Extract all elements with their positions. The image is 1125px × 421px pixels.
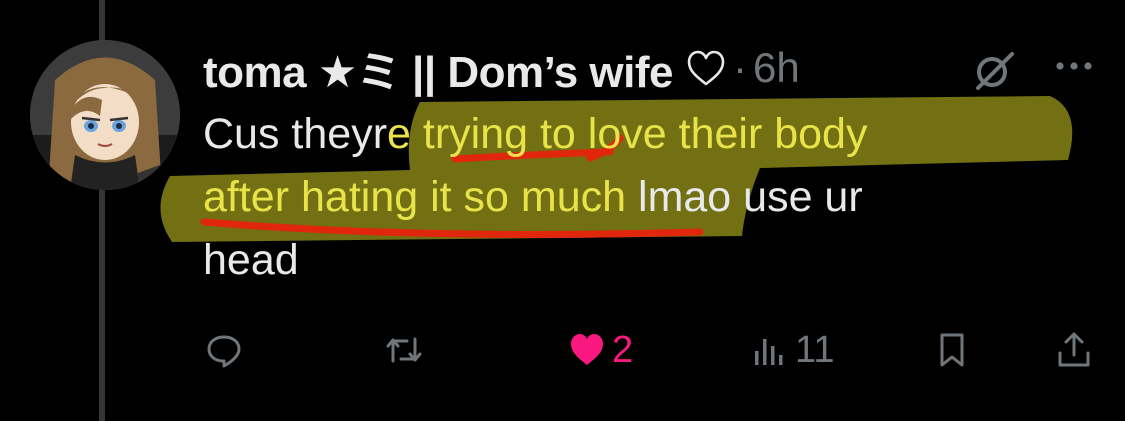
- tweet-text-part: e: [387, 110, 423, 158]
- avatar-image: [30, 40, 180, 190]
- reply-button[interactable]: [205, 322, 243, 378]
- heart-outline-icon: [687, 50, 725, 86]
- separator-dot: ·: [733, 44, 747, 91]
- retweet-button[interactable]: [385, 322, 423, 378]
- action-bar: 2 11: [203, 322, 1093, 378]
- more-options-icon[interactable]: [1052, 54, 1096, 78]
- views-count: 11: [795, 328, 835, 371]
- retweet-icon: [386, 337, 422, 363]
- timestamp[interactable]: 6h: [753, 44, 800, 92]
- tweet-header: toma ★ミ || Dom’s wife · 6h: [203, 40, 1103, 97]
- tweet-text-highlighted: trying to love their body: [422, 110, 868, 158]
- tweet-text-part: lmao use ur: [626, 173, 863, 221]
- like-button[interactable]: 2: [568, 322, 633, 378]
- tweet-text-highlighted: after hating it so much: [203, 173, 627, 221]
- display-name[interactable]: toma ★ミ || Dom’s wife: [203, 36, 674, 100]
- share-icon: [1058, 332, 1090, 367]
- like-count: 2: [612, 328, 634, 371]
- avatar[interactable]: [30, 40, 180, 190]
- bookmark-button[interactable]: [933, 322, 971, 378]
- share-button[interactable]: [1055, 322, 1093, 378]
- heart-filled-icon: [571, 334, 603, 365]
- bookmark-icon: [940, 333, 964, 367]
- views-button[interactable]: 11: [751, 322, 834, 378]
- grok-icon[interactable]: [972, 48, 1016, 92]
- tweet-text: Cus theyre trying to love their body aft…: [203, 103, 1083, 292]
- views-icon: [755, 339, 783, 365]
- tweet-text-part: Cus theyr: [203, 110, 388, 158]
- tweet-text-part: head: [203, 236, 299, 284]
- reply-icon: [207, 335, 241, 368]
